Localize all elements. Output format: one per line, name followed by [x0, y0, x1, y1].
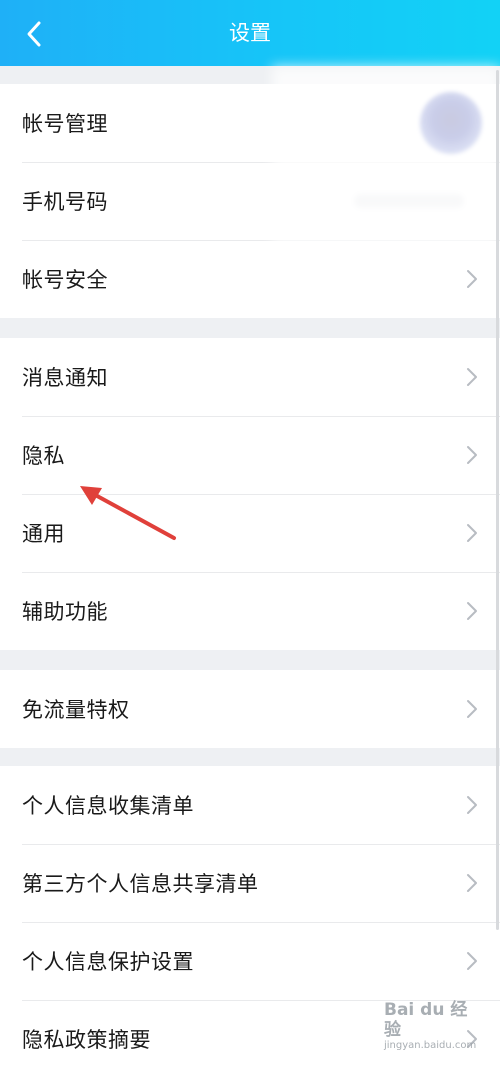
chevron-right-icon — [467, 270, 477, 288]
third-party-sharing-item[interactable]: 第三方个人信息共享清单 — [0, 844, 500, 922]
item-label: 消息通知 — [22, 366, 108, 390]
chevron-right-icon — [467, 874, 477, 892]
item-label: 隐私 — [22, 444, 65, 468]
message-notification-item[interactable]: 消息通知 — [0, 338, 500, 416]
data-free-privilege-item[interactable]: 免流量特权 — [0, 670, 500, 748]
chevron-right-icon — [467, 796, 477, 814]
account-security-item[interactable]: 帐号安全 — [0, 240, 500, 318]
item-label: 辅助功能 — [22, 600, 108, 624]
item-label: 个人信息保护设置 — [22, 950, 194, 974]
item-label: 帐号管理 — [22, 112, 108, 136]
data-free-group: 免流量特权 — [0, 670, 500, 748]
red-arrow-icon — [80, 486, 176, 540]
chevron-right-icon — [467, 446, 477, 464]
item-label: 免流量特权 — [22, 698, 130, 722]
page-title: 设置 — [229, 21, 271, 45]
item-label: 隐私政策摘要 — [22, 1028, 151, 1052]
item-label: 第三方个人信息共享清单 — [22, 872, 259, 896]
chevron-right-icon — [467, 368, 477, 386]
item-label: 个人信息收集清单 — [22, 794, 194, 818]
nav-bar: 设置 — [0, 0, 500, 66]
chevron-right-icon — [467, 602, 477, 620]
chevron-right-icon — [467, 524, 477, 542]
accessibility-item[interactable]: 辅助功能 — [0, 572, 500, 650]
personal-info-protection-item[interactable]: 个人信息保护设置 — [0, 922, 500, 1000]
personal-info-collection-item[interactable]: 个人信息收集清单 — [0, 766, 500, 844]
chevron-right-icon — [467, 700, 477, 718]
item-label: 手机号码 — [22, 190, 108, 214]
watermark-sub: jingyan.baidu.com — [384, 1040, 477, 1051]
scrollbar[interactable] — [496, 70, 499, 930]
privacy-blur-overlay — [272, 66, 500, 246]
watermark-main: Bai du 经验 — [384, 1000, 468, 1040]
chevron-right-icon — [467, 952, 477, 970]
item-label: 帐号安全 — [22, 268, 108, 292]
item-label: 通用 — [22, 522, 65, 546]
watermark: Bai du 经验 jingyan.baidu.com — [384, 1000, 480, 1051]
